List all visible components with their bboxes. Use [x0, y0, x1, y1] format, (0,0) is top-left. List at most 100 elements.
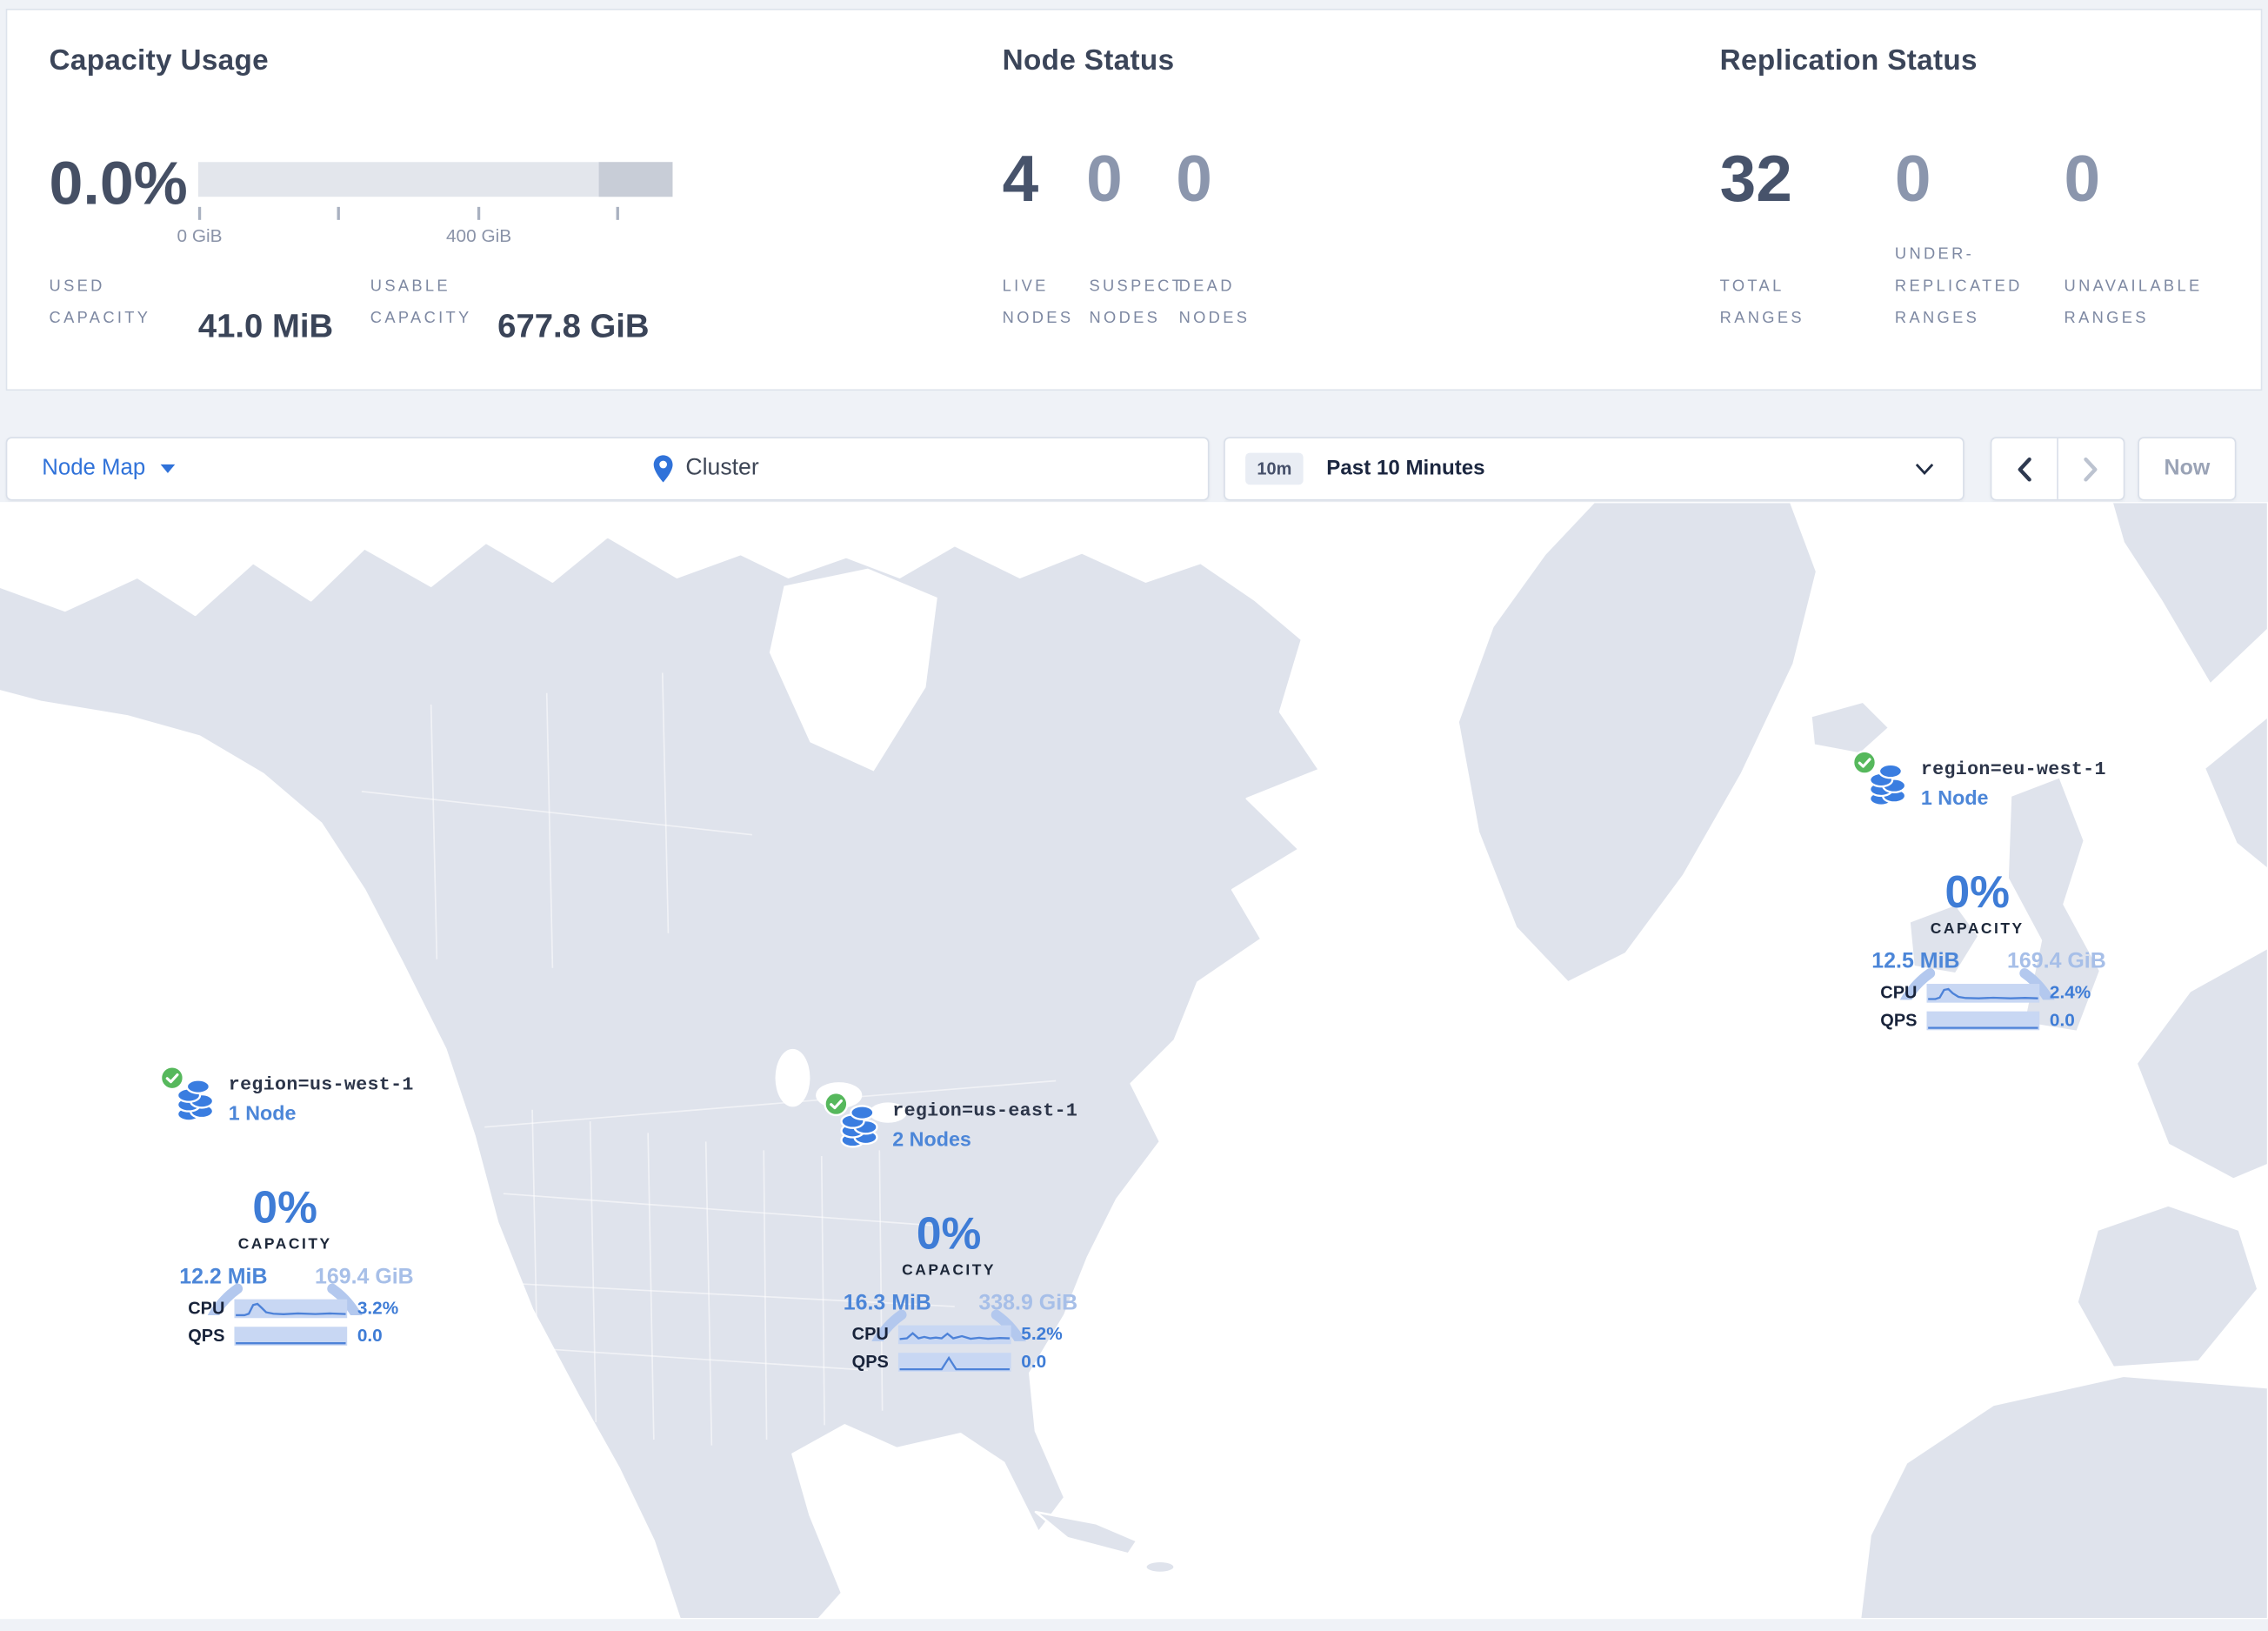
used-capacity-value: 41.0 MiB — [197, 306, 334, 344]
cpu-value: 5.2% — [1021, 1323, 1063, 1345]
cpu-metric-row: CPU 3.2% — [188, 1298, 408, 1318]
qps-value: 0.0 — [2049, 1009, 2075, 1031]
qps-metric-row: QPS 0.0 — [188, 1326, 408, 1346]
region-marker-us-west-1[interactable]: region=us-west-1 1 Node 0% CAPACITY 12.2… — [159, 1065, 419, 1354]
capacity-axis-label: 0 GiB — [177, 225, 223, 246]
cpu-sparkline — [897, 1324, 1011, 1344]
cluster-summary-bar: Capacity Usage 0.0% 0 GiB 400 GiB USED C… — [5, 8, 2263, 391]
used-capacity-label: USED CAPACITY — [49, 277, 151, 327]
qps-metric-row: QPS 0.0 — [852, 1352, 1072, 1372]
qps-sparkline — [234, 1326, 348, 1346]
cpu-sparkline — [1926, 983, 2040, 1002]
capacity-gauge-label: CAPACITY — [902, 1261, 997, 1280]
node-status-title: Node Status — [1002, 44, 1175, 77]
breadcrumb-label: Cluster — [685, 455, 759, 481]
capacity-percent: 0.0% — [49, 149, 188, 217]
capacity-axis-tick — [477, 206, 481, 220]
node-count-link[interactable]: 1 Node — [229, 1101, 297, 1125]
database-icon — [840, 1105, 878, 1148]
time-step-forward-button[interactable] — [2058, 438, 2124, 499]
qps-sparkline — [1926, 1010, 2040, 1030]
capacity-axis-tick — [197, 206, 202, 220]
used-value: 12.5 MiB — [1871, 949, 1960, 974]
total-value: 338.9 GiB — [978, 1290, 1078, 1315]
region-label: region=us-east-1 — [892, 1100, 1078, 1122]
suspect-nodes-label: SUSPECT NODES — [1089, 277, 1185, 327]
region-label: region=us-west-1 — [228, 1073, 414, 1096]
qps-value: 0.0 — [1021, 1351, 1047, 1372]
total-ranges-count: 32 — [1719, 142, 1792, 216]
total-value: 169.4 GiB — [314, 1264, 414, 1290]
cpu-metric-row: CPU 5.2% — [852, 1324, 1072, 1344]
region-marker-eu-west-1[interactable]: region=eu-west-1 1 Node 0% CAPACITY 12.5… — [1851, 750, 2111, 1039]
total-ranges-label: TOTAL RANGES — [1719, 277, 1804, 327]
capacity-values: 16.3 MiB 338.9 GiB — [844, 1291, 1077, 1315]
replication-status-title: Replication Status — [1719, 44, 1978, 77]
qps-label: QPS — [188, 1325, 225, 1346]
caret-down-icon — [159, 464, 175, 473]
region-marker-us-east-1[interactable]: region=us-east-1 2 Nodes 0% CAPACITY 16.… — [823, 1091, 1083, 1380]
capacity-bar-reserved-segment — [598, 162, 673, 197]
unavailable-ranges-count: 0 — [2064, 142, 2101, 216]
qps-label: QPS — [851, 1351, 889, 1372]
cpu-value: 2.4% — [2049, 982, 2091, 1003]
view-breadcrumb-bar: Node Map Cluster — [5, 437, 1210, 501]
time-range-label: Past 10 Minutes — [1326, 457, 1485, 481]
qps-sparkline — [897, 1352, 1011, 1371]
cpu-label: CPU — [851, 1323, 889, 1345]
cpu-metric-row: CPU 2.4% — [1880, 982, 2100, 1002]
breadcrumb[interactable]: Cluster — [652, 438, 759, 499]
used-value: 16.3 MiB — [843, 1290, 931, 1315]
now-button[interactable]: Now — [2138, 437, 2237, 501]
chevron-left-icon — [2018, 457, 2031, 481]
time-range-badge: 10m — [1245, 452, 1304, 485]
total-value: 169.4 GiB — [2007, 949, 2106, 974]
capacity-axis-label: 400 GiB — [445, 225, 512, 246]
capacity-axis-tick — [616, 206, 619, 220]
capacity-gauge-label: CAPACITY — [1930, 919, 2025, 938]
capacity-values: 12.2 MiB 169.4 GiB — [179, 1265, 413, 1289]
dead-nodes-count: 0 — [1176, 142, 1212, 216]
world-map[interactable]: region=us-west-1 1 Node 0% CAPACITY 12.2… — [0, 502, 2268, 1620]
cpu-sparkline — [234, 1298, 348, 1318]
time-step-back-button[interactable] — [1991, 438, 2058, 499]
capacity-gauge-label: CAPACITY — [237, 1235, 332, 1253]
time-range-selector[interactable]: 10m Past 10 Minutes — [1224, 437, 1964, 501]
capacity-bar: 0 GiB 400 GiB — [177, 162, 673, 246]
qps-label: QPS — [1880, 1009, 1918, 1031]
cpu-value: 3.2% — [357, 1297, 399, 1319]
qps-metric-row: QPS 0.0 — [1880, 1010, 2100, 1030]
chevron-right-icon — [2083, 457, 2098, 481]
node-count-link[interactable]: 2 Nodes — [892, 1127, 971, 1151]
time-step-controls — [1990, 437, 2125, 501]
unavailable-ranges-label: UNAVAILABLE RANGES — [2064, 277, 2203, 327]
node-count-link[interactable]: 1 Node — [1921, 785, 1989, 809]
map-pin-icon — [653, 455, 673, 483]
database-icon — [176, 1079, 215, 1122]
usable-capacity-value: 677.8 GiB — [497, 306, 650, 344]
capacity-gauge-percent: 0% — [252, 1181, 317, 1233]
live-nodes-count: 4 — [1002, 142, 1039, 216]
dead-nodes-label: DEAD NODES — [1178, 277, 1251, 327]
under-replicated-ranges-label: UNDER- REPLICATED RANGES — [1894, 245, 2023, 327]
live-nodes-label: LIVE NODES — [1002, 277, 1074, 327]
used-value: 12.2 MiB — [179, 1264, 268, 1290]
under-replicated-ranges-count: 0 — [1894, 142, 1931, 216]
view-selector-dropdown[interactable]: Node Map — [42, 438, 175, 499]
capacity-usage-title: Capacity Usage — [49, 44, 269, 77]
capacity-gauge-percent: 0% — [916, 1207, 982, 1260]
region-label: region=eu-west-1 — [1920, 758, 2106, 780]
chevron-down-icon — [1915, 463, 1934, 475]
capacity-axis-tick — [337, 206, 340, 220]
capacity-values: 12.5 MiB 169.4 GiB — [1871, 949, 2105, 973]
cpu-label: CPU — [1880, 982, 1918, 1003]
node-map-page: Capacity Usage 0.0% 0 GiB 400 GiB USED C… — [0, 0, 2268, 1631]
suspect-nodes-count: 0 — [1086, 142, 1123, 216]
cpu-label: CPU — [188, 1297, 225, 1319]
database-icon — [1868, 763, 1907, 806]
view-selector-label: Node Map — [42, 455, 146, 481]
usable-capacity-label: USABLE CAPACITY — [370, 277, 472, 327]
world-map-land — [0, 502, 2268, 1620]
capacity-gauge-percent: 0% — [1944, 866, 2010, 918]
qps-value: 0.0 — [357, 1325, 383, 1346]
